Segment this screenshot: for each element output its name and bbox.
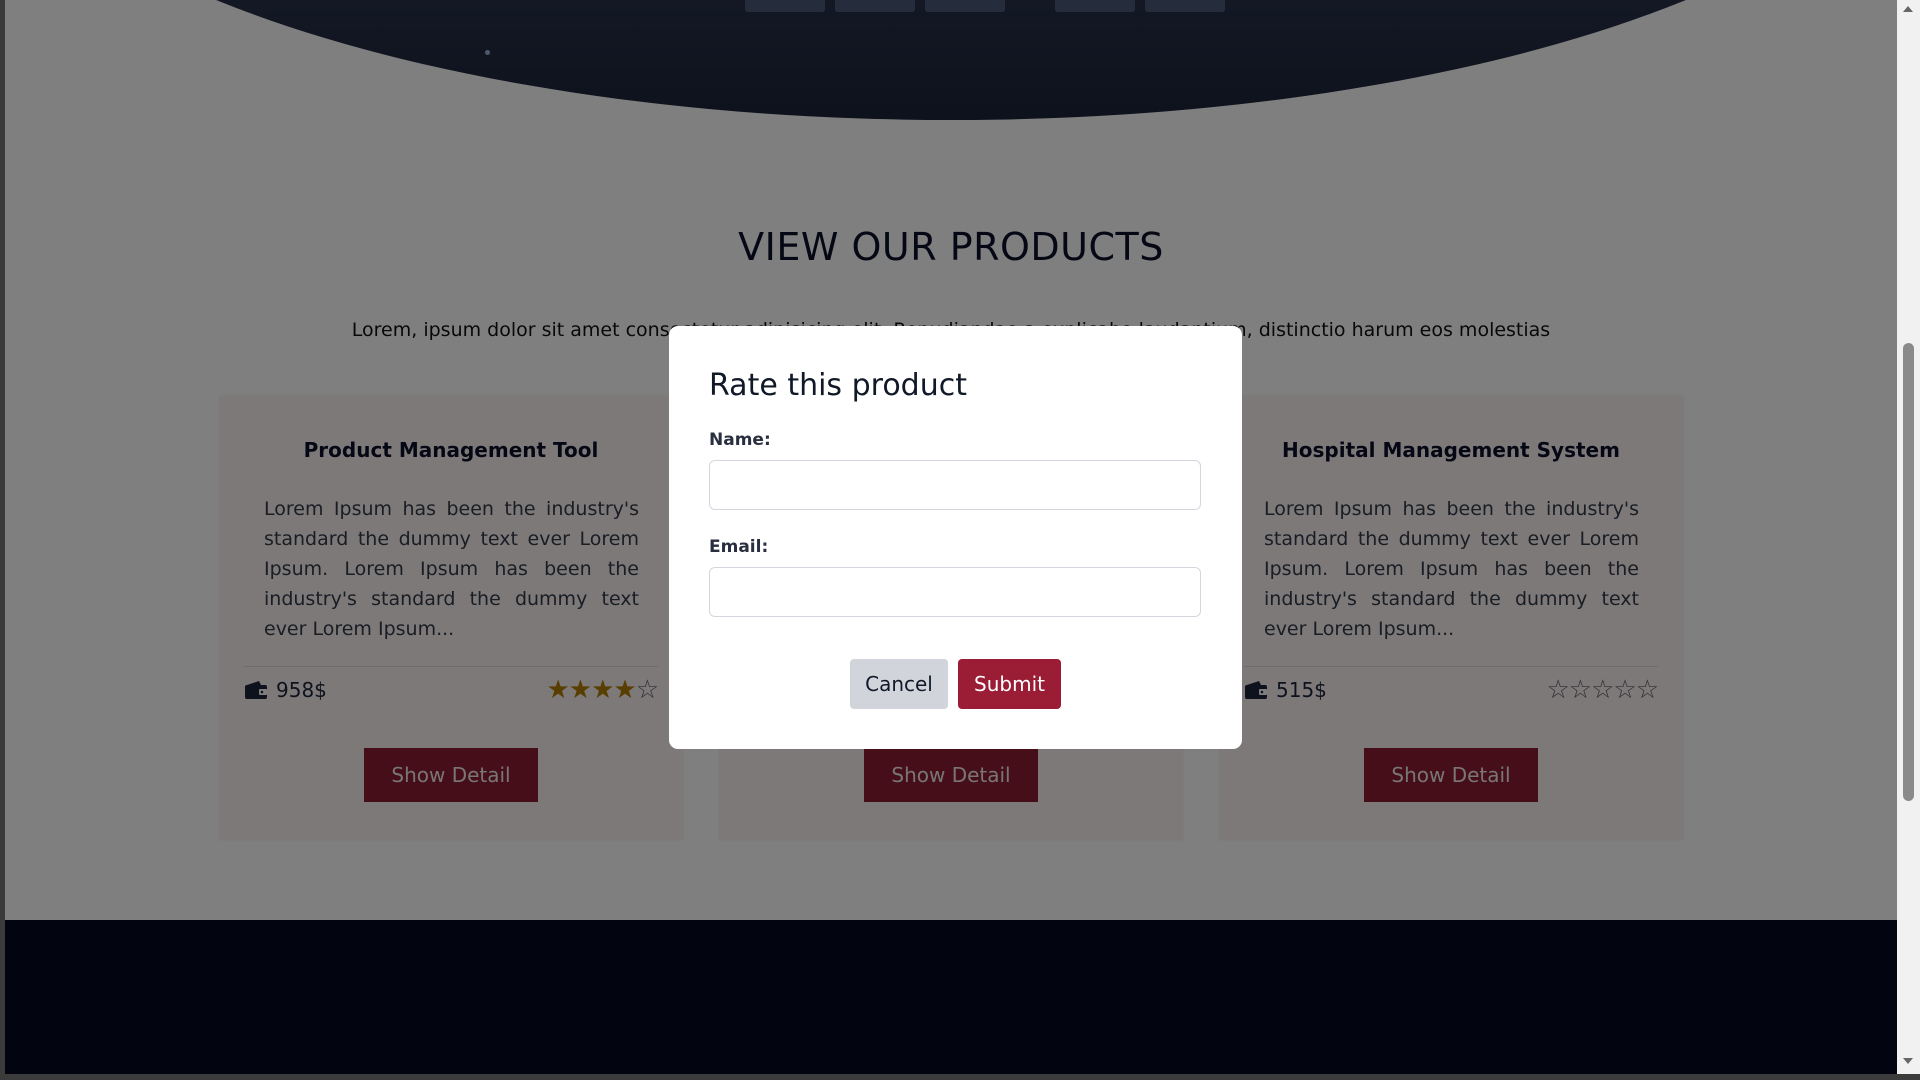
window-edge xyxy=(0,0,5,1080)
email-input[interactable] xyxy=(709,567,1201,617)
scroll-up-arrow-icon[interactable] xyxy=(1903,6,1913,12)
name-label: Name: xyxy=(709,430,771,450)
browser-viewport: VIEW OUR PRODUCTS Lorem, ipsum dolor sit… xyxy=(0,0,1920,1080)
scrollbar-thumb[interactable] xyxy=(1903,343,1914,801)
scroll-down-arrow-icon[interactable] xyxy=(1903,1058,1913,1064)
page: VIEW OUR PRODUCTS Lorem, ipsum dolor sit… xyxy=(5,0,1897,1074)
cancel-button[interactable]: Cancel xyxy=(850,659,948,709)
name-input[interactable] xyxy=(709,460,1201,510)
submit-button[interactable]: Submit xyxy=(958,659,1061,709)
modal-title: Rate this product xyxy=(709,368,967,403)
window-edge xyxy=(0,1074,1920,1080)
email-label: Email: xyxy=(709,537,769,557)
vertical-scrollbar[interactable] xyxy=(1897,0,1920,1074)
rate-product-modal: Rate this product Name: Email: Cancel Su… xyxy=(669,326,1242,749)
